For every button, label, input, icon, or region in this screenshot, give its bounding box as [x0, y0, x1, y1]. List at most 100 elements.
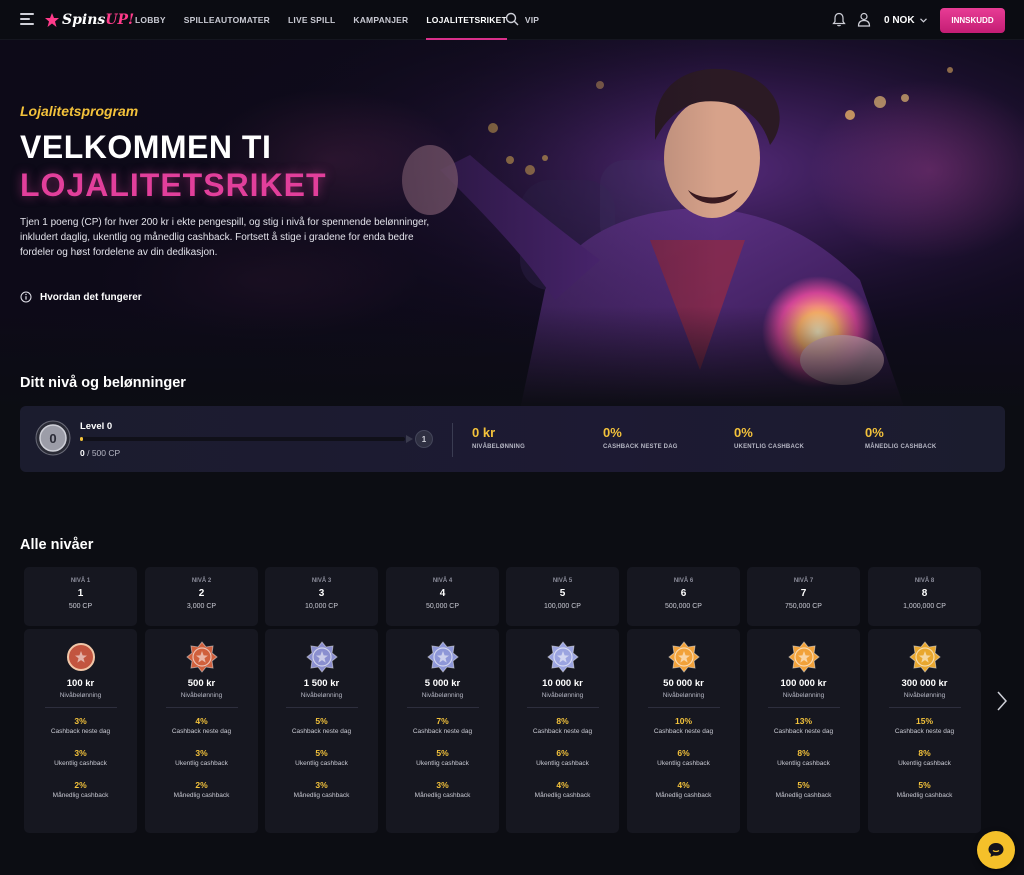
card-divider: [165, 707, 238, 708]
balance-value: 0 NOK: [884, 14, 915, 26]
level-reward-label: Nivåbelønning: [300, 692, 343, 699]
bell-icon[interactable]: [832, 12, 846, 27]
monthly-cashback-label: Månedlig cashback: [414, 792, 471, 799]
level-cp-requirement: 750,000 CP: [785, 603, 822, 610]
level-reward-label: Nivåbelønning: [782, 692, 825, 699]
level-card-body: 10 000 kr Nivåbelønning 8% Cashback neste d…: [506, 629, 619, 833]
level-card-body: 50 000 kr Nivåbelønning 10% Cashback neste …: [627, 629, 740, 833]
weekly-cashback-label: Ukentlig cashback: [898, 760, 951, 767]
level-reward-label: Nivåbelønning: [541, 692, 584, 699]
weekly-cashback-value: 5%: [436, 748, 449, 758]
top-header: Spins UP! LOBBY SPILLEAUTOMATER LIVE SPIL…: [0, 0, 1024, 40]
stat-next-day-cashback: 0% CASHBACK NESTE DAG: [603, 425, 678, 450]
logo[interactable]: Spins UP!: [44, 9, 134, 31]
level-badge-icon: [185, 641, 218, 673]
chat-icon: [988, 843, 1004, 857]
level-reward-value: 500 kr: [187, 678, 216, 689]
level-badge-icon: [305, 641, 338, 673]
weekly-cashback-value: 8%: [918, 748, 931, 758]
how-it-works-label: Hvordan det fungerer: [40, 291, 142, 303]
weekly-cashback-value: 8%: [797, 748, 810, 758]
next-day-cashback-label: Cashback neste dag: [653, 728, 714, 735]
monthly-cashback-label: Månedlig cashback: [293, 792, 350, 799]
level-card-body: 5 000 kr Nivåbelønning 7% Cashback neste da…: [386, 629, 499, 833]
level-badge-icon: [908, 641, 941, 673]
level-cp-requirement: 50,000 CP: [425, 603, 460, 610]
level-cp-requirement: 1,000,000 CP: [903, 603, 946, 610]
next-level-badge: 1: [415, 430, 433, 448]
card-divider: [285, 707, 358, 708]
level-cp-requirement: 10,000 CP: [304, 603, 339, 610]
all-levels-title: Alle nivåer: [20, 537, 94, 553]
monthly-cashback-value: 3%: [315, 780, 328, 790]
next-day-cashback-label: Cashback neste dag: [773, 728, 834, 735]
balance-dropdown[interactable]: 0 NOK: [884, 12, 927, 28]
logo-up-text: UP!: [105, 12, 135, 28]
weekly-cashback-label: Ukentlig cashback: [657, 760, 710, 767]
level-card-header: NIVÅ 2 2 3,000 CP: [145, 567, 258, 626]
level-number: 2: [198, 588, 205, 599]
level-card-body: 500 kr Nivåbelønning 4% Cashback neste dag 3…: [145, 629, 258, 833]
nav-kampanjer[interactable]: KAMPANJER: [353, 0, 408, 40]
rewards-section-title: Ditt nivå og belønninger: [20, 375, 186, 391]
level-reward-value: 5 000 kr: [424, 678, 461, 689]
hero-text-block: Lojalitetsprogram VELKOMMEN TI LOJALITET…: [20, 103, 440, 260]
next-day-cashback-label: Cashback neste dag: [894, 728, 955, 735]
next-day-cashback-label: Cashback neste dag: [50, 728, 111, 735]
weekly-cashback-label: Ukentlig cashback: [777, 760, 830, 767]
deposit-button[interactable]: INNSKUDD: [940, 8, 1005, 33]
level-reward-label: Nivåbelønning: [662, 692, 705, 699]
chevron-right-icon[interactable]: [996, 690, 1008, 712]
weekly-cashback-value: 6%: [556, 748, 569, 758]
level-badge-icon: [667, 641, 700, 673]
chevron-down-icon: [919, 17, 927, 23]
level-tag: NIVÅ 6: [673, 578, 694, 584]
monthly-cashback-value: 5%: [797, 780, 810, 790]
level-badge-icon: [546, 641, 579, 673]
stat-value: 0%: [734, 425, 753, 440]
next-day-cashback-value: 13%: [794, 716, 812, 726]
monthly-cashback-value: 2%: [195, 780, 208, 790]
next-day-cashback-value: 3%: [74, 716, 87, 726]
stat-value: 0%: [865, 425, 884, 440]
level-card-body: 1 500 kr Nivåbelønning 5% Cashback neste da…: [265, 629, 378, 833]
weekly-cashback-label: Ukentlig cashback: [416, 760, 469, 767]
level-tag: NIVÅ 2: [191, 578, 212, 584]
nav-lojalitetsriket[interactable]: LOJALITETSRIKET: [426, 0, 508, 40]
hero-title-line1: VELKOMMEN TI: [20, 129, 272, 165]
weekly-cashback-value: 5%: [315, 748, 328, 758]
level-reward-value: 1 500 kr: [303, 678, 340, 689]
chat-support-button[interactable]: [977, 831, 1015, 869]
level-card-header: NIVÅ 4 4 50,000 CP: [386, 567, 499, 626]
search-icon[interactable]: [505, 12, 519, 26]
monthly-cashback-label: Månedlig cashback: [896, 792, 953, 799]
stat-value: 0 kr: [472, 425, 496, 440]
weekly-cashback-label: Ukentlig cashback: [295, 760, 348, 767]
next-day-cashback-value: 5%: [315, 716, 328, 726]
user-icon[interactable]: [857, 12, 871, 27]
next-day-cashback-value: 7%: [436, 716, 449, 726]
level-reward-value: 10 000 kr: [542, 678, 583, 689]
nav-lobby[interactable]: LOBBY: [135, 0, 166, 40]
level-number: 8: [921, 588, 928, 599]
menu-icon[interactable]: [20, 13, 34, 25]
nav-live-spill[interactable]: LIVE SPILL: [288, 0, 335, 40]
current-level-name: Level 0: [80, 421, 113, 432]
how-it-works-link[interactable]: Hvordan det fungerer: [20, 291, 142, 303]
info-icon: [20, 291, 32, 303]
nav-spilleautomater[interactable]: SPILLEAUTOMATER: [184, 0, 270, 40]
weekly-cashback-value: 3%: [195, 748, 208, 758]
level-progress-bar: [80, 437, 405, 441]
level-tag: NIVÅ 8: [914, 578, 935, 584]
level-reward-value: 100 kr: [66, 678, 95, 689]
level-0-coin-icon: 0: [35, 420, 71, 456]
level-card-body: 300 000 kr Nivåbelønning 15% Cashback neste…: [868, 629, 981, 833]
stat-label: NIVÅBELØNNING: [472, 444, 525, 450]
level-badge-icon: [787, 641, 820, 673]
level-tag: NIVÅ 1: [70, 578, 91, 584]
hero-banner: Lojalitetsprogram VELKOMMEN TI LOJALITET…: [0, 40, 1024, 410]
level-card-header: NIVÅ 6 6 500,000 CP: [627, 567, 740, 626]
stat-monthly-cashback: 0% MÅNEDLIG CASHBACK: [865, 425, 936, 450]
weekly-cashback-value: 6%: [677, 748, 690, 758]
nav-vip[interactable]: VIP: [525, 0, 539, 40]
